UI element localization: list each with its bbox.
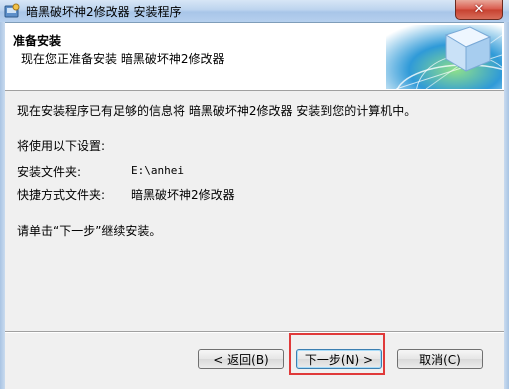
page-subtitle: 现在您正准备安装 暗黑破坏神2修改器 <box>21 52 225 66</box>
shortcut-folder-label: 快捷方式文件夹: <box>17 188 106 202</box>
cancel-button[interactable]: 取消(C) <box>397 349 483 369</box>
shortcut-folder-value: 暗黑破坏神2修改器 <box>131 188 235 202</box>
continue-prompt: 请单击“下一步”继续安装。 <box>17 224 162 238</box>
close-icon: ✕ <box>473 2 485 17</box>
window-frame-right <box>504 22 509 389</box>
close-button[interactable]: ✕ <box>455 0 503 20</box>
intro-text: 现在安装程序已有足够的信息将 暗黑破坏神2修改器 安装到您的计算机中。 <box>17 104 417 118</box>
globe-cube-icon <box>386 25 502 89</box>
next-button-highlight <box>289 333 385 375</box>
divider <box>5 331 504 333</box>
back-button[interactable]: < 返回(B) <box>198 349 284 369</box>
install-folder-value: E:\anhei <box>131 164 184 177</box>
install-folder-label: 安装文件夹: <box>17 165 82 179</box>
wizard-content: 现在安装程序已有足够的信息将 暗黑破坏神2修改器 安装到您的计算机中。 将使用以… <box>5 91 504 331</box>
title-bar: 暗黑破坏神2修改器 安装程序 ✕ <box>0 0 509 23</box>
window-title: 暗黑破坏神2修改器 安装程序 <box>26 5 182 19</box>
page-title: 准备安装 <box>13 34 62 48</box>
installer-icon <box>4 3 20 18</box>
settings-heading: 将使用以下设置: <box>17 139 106 153</box>
wizard-header: 准备安装 现在您正准备安装 暗黑破坏神2修改器 <box>5 23 504 91</box>
